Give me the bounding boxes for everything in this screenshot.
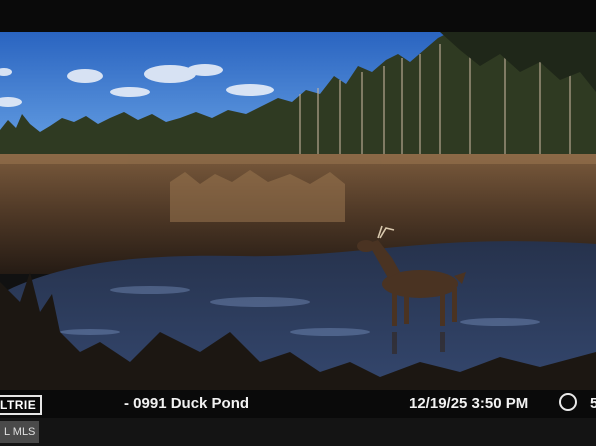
camera-name: - 0991 Duck Pond	[124, 395, 250, 412]
camera-brand-label: LTRIE	[0, 395, 43, 415]
mls-watermark: L MLS	[0, 421, 40, 443]
capture-timestamp: 12/19/25 3:50 PM	[409, 395, 529, 412]
bottom-letterbox-bar	[0, 418, 596, 446]
mls-watermark-text: MLS	[12, 426, 36, 438]
mls-watermark-prefix: L	[4, 426, 10, 438]
trailing-mark: 5	[590, 395, 596, 412]
trail-camera-photo	[0, 32, 596, 390]
top-letterbox-bar	[0, 0, 596, 32]
full-moon-icon	[559, 393, 577, 411]
camera-info-bar: LTRIE - 0991 Duck Pond 12/19/25 3:50 PM …	[0, 390, 596, 418]
